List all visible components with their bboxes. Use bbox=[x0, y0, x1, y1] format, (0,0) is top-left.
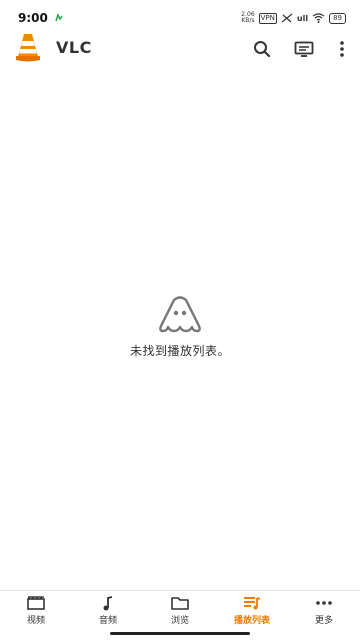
search-button[interactable] bbox=[250, 37, 274, 61]
overflow-menu-button[interactable] bbox=[330, 37, 354, 61]
status-right: 2.06 KB/s VPN ull 89 bbox=[241, 12, 346, 24]
nav-label-audio: 音频 bbox=[98, 616, 117, 626]
empty-ghost-cone-icon bbox=[159, 296, 201, 333]
app-bar: VLC bbox=[0, 32, 360, 66]
more-vertical-icon bbox=[340, 41, 344, 57]
home-indicator[interactable] bbox=[110, 632, 250, 635]
signal-icon: ull bbox=[296, 13, 309, 23]
app-title: VLC bbox=[56, 38, 92, 57]
renderer-button[interactable] bbox=[292, 37, 316, 61]
empty-message: 未找到播放列表。 bbox=[129, 344, 230, 358]
no-sim-icon bbox=[281, 13, 293, 23]
folder-icon bbox=[171, 597, 189, 610]
status-left: 9:00 bbox=[18, 11, 64, 25]
music-note-icon bbox=[103, 595, 113, 610]
network-speed-unit: KB/s bbox=[241, 17, 255, 24]
video-clapper-icon bbox=[27, 596, 45, 610]
vlc-cone-logo bbox=[16, 34, 40, 62]
search-icon bbox=[254, 41, 271, 58]
status-time: 9:00 bbox=[18, 11, 48, 25]
playlist-icon bbox=[244, 597, 261, 610]
nav-item-more[interactable]: 更多 bbox=[288, 591, 360, 628]
nav-label-video: 视频 bbox=[26, 616, 45, 626]
nav-item-browse[interactable]: 浏览 bbox=[144, 591, 216, 628]
nav-item-video[interactable]: 视频 bbox=[0, 591, 72, 628]
nav-label-playlists: 播放列表 bbox=[233, 616, 270, 626]
nav-label-more: 更多 bbox=[314, 616, 333, 626]
nav-item-playlists[interactable]: 播放列表 bbox=[216, 591, 288, 628]
cast-screen-icon bbox=[294, 41, 314, 57]
network-speed: 2.06 KB/s bbox=[241, 12, 254, 24]
battery-icon: 89 bbox=[329, 12, 346, 24]
notification-icon bbox=[55, 13, 63, 22]
nav-label-browse: 浏览 bbox=[170, 616, 189, 626]
vpn-badge: VPN bbox=[258, 12, 277, 24]
empty-state: 未找到播放列表。 bbox=[0, 296, 360, 359]
status-bar: 9:00 2.06 KB/s VPN ull 89 bbox=[0, 0, 360, 36]
bottom-nav: 视频 音频 浏览 播放列表 更多 bbox=[0, 590, 360, 628]
nav-item-audio[interactable]: 音频 bbox=[72, 591, 144, 628]
wifi-icon bbox=[312, 13, 325, 23]
more-dots-icon bbox=[316, 601, 332, 605]
